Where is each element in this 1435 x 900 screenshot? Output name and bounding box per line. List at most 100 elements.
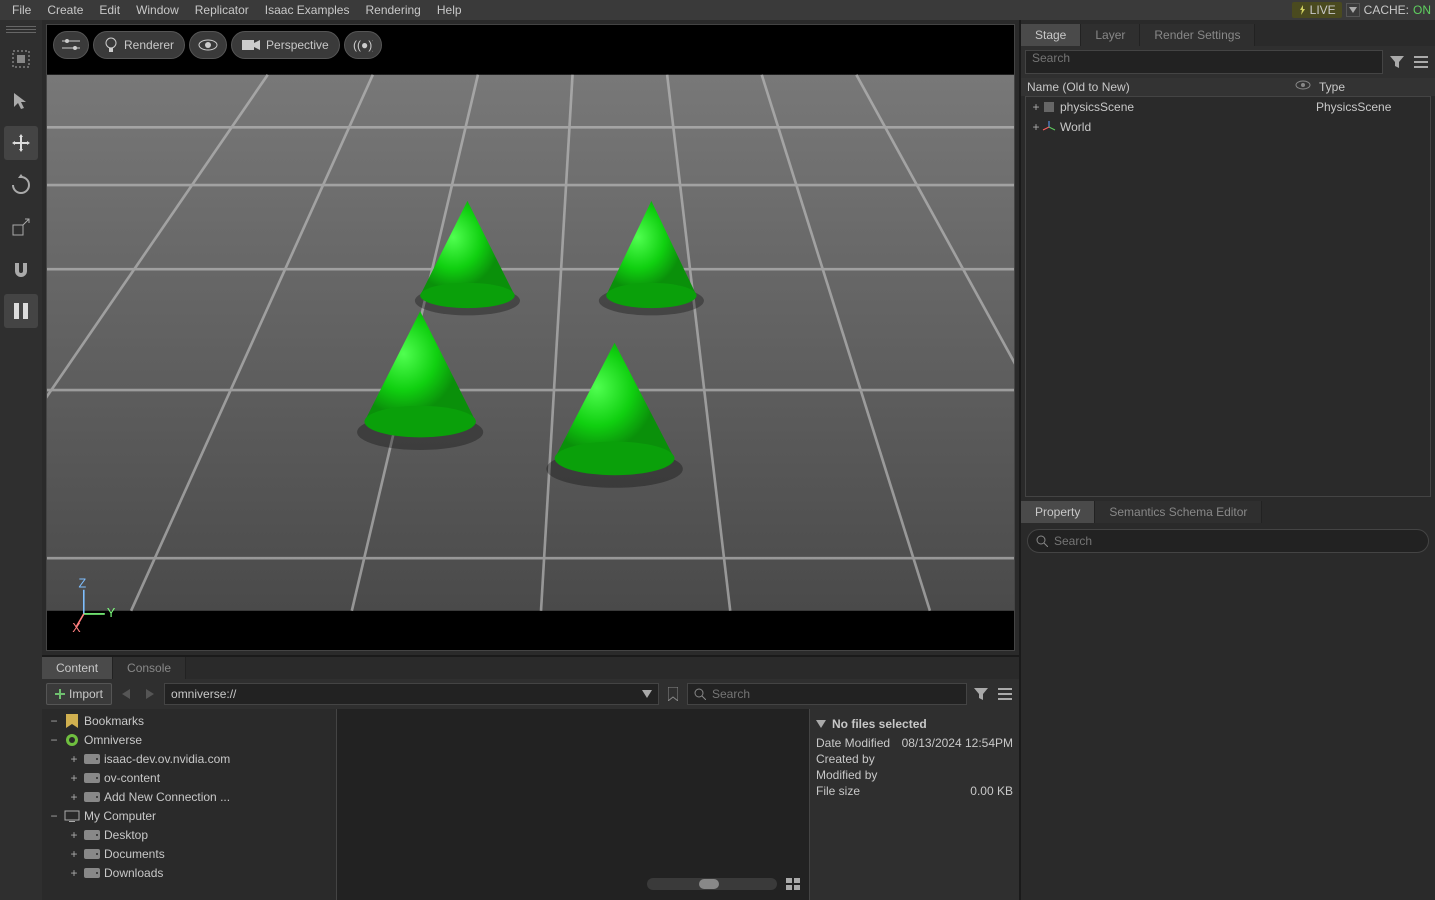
property-search-input[interactable]: [1054, 534, 1420, 548]
select-tool[interactable]: [4, 42, 38, 76]
tab-property[interactable]: Property: [1021, 501, 1095, 523]
menu-window[interactable]: Window: [128, 3, 187, 17]
play-pause-tool[interactable]: [4, 294, 38, 328]
thumbnail-size-slider[interactable]: [647, 878, 777, 890]
menu-create[interactable]: Create: [39, 3, 91, 17]
rotate-tool[interactable]: [4, 168, 38, 202]
nav-back[interactable]: [116, 684, 136, 704]
tree-item[interactable]: + Add New Connection ...: [44, 787, 334, 806]
tab-content[interactable]: Content: [42, 657, 113, 679]
live-dropdown[interactable]: [1346, 3, 1360, 17]
tree-toggle[interactable]: +: [68, 866, 80, 880]
details-title: No files selected: [832, 717, 927, 731]
menu-replicator[interactable]: Replicator: [187, 3, 257, 17]
scale-tool[interactable]: [4, 210, 38, 244]
lightbulb-icon: [104, 37, 118, 53]
tree-item[interactable]: − Bookmarks: [44, 711, 334, 730]
stage-filter-button[interactable]: [1387, 52, 1407, 72]
computer-icon: [64, 810, 80, 822]
stage-search-input[interactable]: [1032, 51, 1376, 65]
stage-search[interactable]: [1025, 50, 1383, 74]
tree-item[interactable]: − Omniverse: [44, 730, 334, 749]
tree-toggle[interactable]: +: [68, 771, 80, 785]
path-input[interactable]: omniverse://: [164, 683, 659, 705]
options-button[interactable]: [995, 684, 1015, 704]
tree-item[interactable]: + isaac-dev.ov.nvidia.com: [44, 749, 334, 768]
content-grid[interactable]: [337, 709, 809, 900]
file-size-label: File size: [816, 784, 860, 798]
menu-isaac-examples[interactable]: Isaac Examples: [257, 3, 358, 17]
expand-icon[interactable]: +: [1030, 120, 1042, 134]
file-size-value: 0.00 KB: [970, 784, 1013, 798]
stage-col-visibility[interactable]: [1295, 80, 1319, 94]
tree-item[interactable]: + Downloads: [44, 863, 334, 882]
stage-item-physicsscene[interactable]: + physicsScene PhysicsScene: [1026, 97, 1430, 117]
cache-label: CACHE:: [1364, 3, 1409, 17]
tab-layer[interactable]: Layer: [1081, 24, 1140, 46]
drive-icon: [84, 773, 100, 783]
renderer-button[interactable]: Renderer: [93, 31, 185, 59]
chevron-right-icon: [146, 689, 154, 699]
filter-button[interactable]: [971, 684, 991, 704]
path-value: omniverse://: [171, 687, 236, 701]
tree-item[interactable]: − My Computer: [44, 806, 334, 825]
import-button[interactable]: Import: [46, 683, 112, 705]
select-box-icon: [10, 48, 32, 70]
stage-col-type[interactable]: Type: [1319, 80, 1429, 94]
snap-tool[interactable]: [4, 252, 38, 286]
nav-forward[interactable]: [140, 684, 160, 704]
chevron-left-icon: [122, 689, 130, 699]
cursor-tool[interactable]: [4, 84, 38, 118]
content-search[interactable]: [687, 683, 967, 705]
move-tool[interactable]: [4, 126, 38, 160]
menu-file[interactable]: File: [4, 3, 39, 17]
tab-semantics[interactable]: Semantics Schema Editor: [1095, 501, 1262, 523]
tree-item[interactable]: + Desktop: [44, 825, 334, 844]
eye-icon: [1295, 80, 1311, 90]
camera-button[interactable]: Perspective: [231, 31, 340, 59]
svg-text:Y: Y: [107, 606, 116, 620]
tree-toggle[interactable]: +: [68, 752, 80, 766]
menu-rendering[interactable]: Rendering: [357, 3, 428, 17]
viewport-canvas[interactable]: Z Y X: [47, 25, 1014, 650]
tree-toggle[interactable]: −: [48, 714, 60, 728]
visibility-button[interactable]: [189, 31, 227, 59]
stage-item-world[interactable]: + World: [1026, 117, 1430, 137]
tree-item[interactable]: + Documents: [44, 844, 334, 863]
tab-render-settings[interactable]: Render Settings: [1140, 24, 1255, 46]
svg-text:Z: Z: [79, 577, 87, 591]
stage-col-name[interactable]: Name (Old to New): [1027, 80, 1295, 94]
audio-button[interactable]: ((●)): [344, 31, 382, 59]
menu-edit[interactable]: Edit: [91, 3, 128, 17]
tree-label: Bookmarks: [84, 714, 144, 728]
tree-toggle[interactable]: −: [48, 809, 60, 823]
tab-console[interactable]: Console: [113, 657, 186, 679]
viewport-settings-button[interactable]: [53, 31, 89, 59]
live-badge[interactable]: LIVE: [1292, 2, 1342, 18]
tree-toggle[interactable]: +: [68, 847, 80, 861]
view-mode-button[interactable]: [783, 874, 803, 894]
renderer-label: Renderer: [124, 38, 174, 52]
stage-item-name: World: [1056, 120, 1316, 134]
viewport-toolbar: Renderer Perspective ((●)): [53, 31, 382, 59]
drive-icon: [84, 830, 100, 840]
collapse-icon[interactable]: [816, 720, 826, 728]
menu-help[interactable]: Help: [429, 3, 470, 17]
bookmark-button[interactable]: [663, 684, 683, 704]
content-search-input[interactable]: [712, 687, 960, 701]
stage-header: Name (Old to New) Type: [1021, 78, 1435, 96]
hamburger-icon: [1414, 56, 1428, 68]
drive-icon: [84, 792, 100, 802]
expand-icon[interactable]: +: [1030, 100, 1042, 114]
tree-toggle[interactable]: −: [48, 733, 60, 747]
tree-item[interactable]: + ov-content: [44, 768, 334, 787]
tree-toggle[interactable]: +: [68, 828, 80, 842]
viewport[interactable]: Renderer Perspective ((●)): [46, 24, 1015, 651]
toolbar-handle[interactable]: [6, 24, 36, 34]
tab-stage[interactable]: Stage: [1021, 24, 1081, 46]
tree-label: Omniverse: [84, 733, 142, 747]
tree-label: My Computer: [84, 809, 156, 823]
tree-toggle[interactable]: +: [68, 790, 80, 804]
stage-options-button[interactable]: [1411, 52, 1431, 72]
content-details: No files selected Date Modified 08/13/20…: [809, 709, 1019, 900]
